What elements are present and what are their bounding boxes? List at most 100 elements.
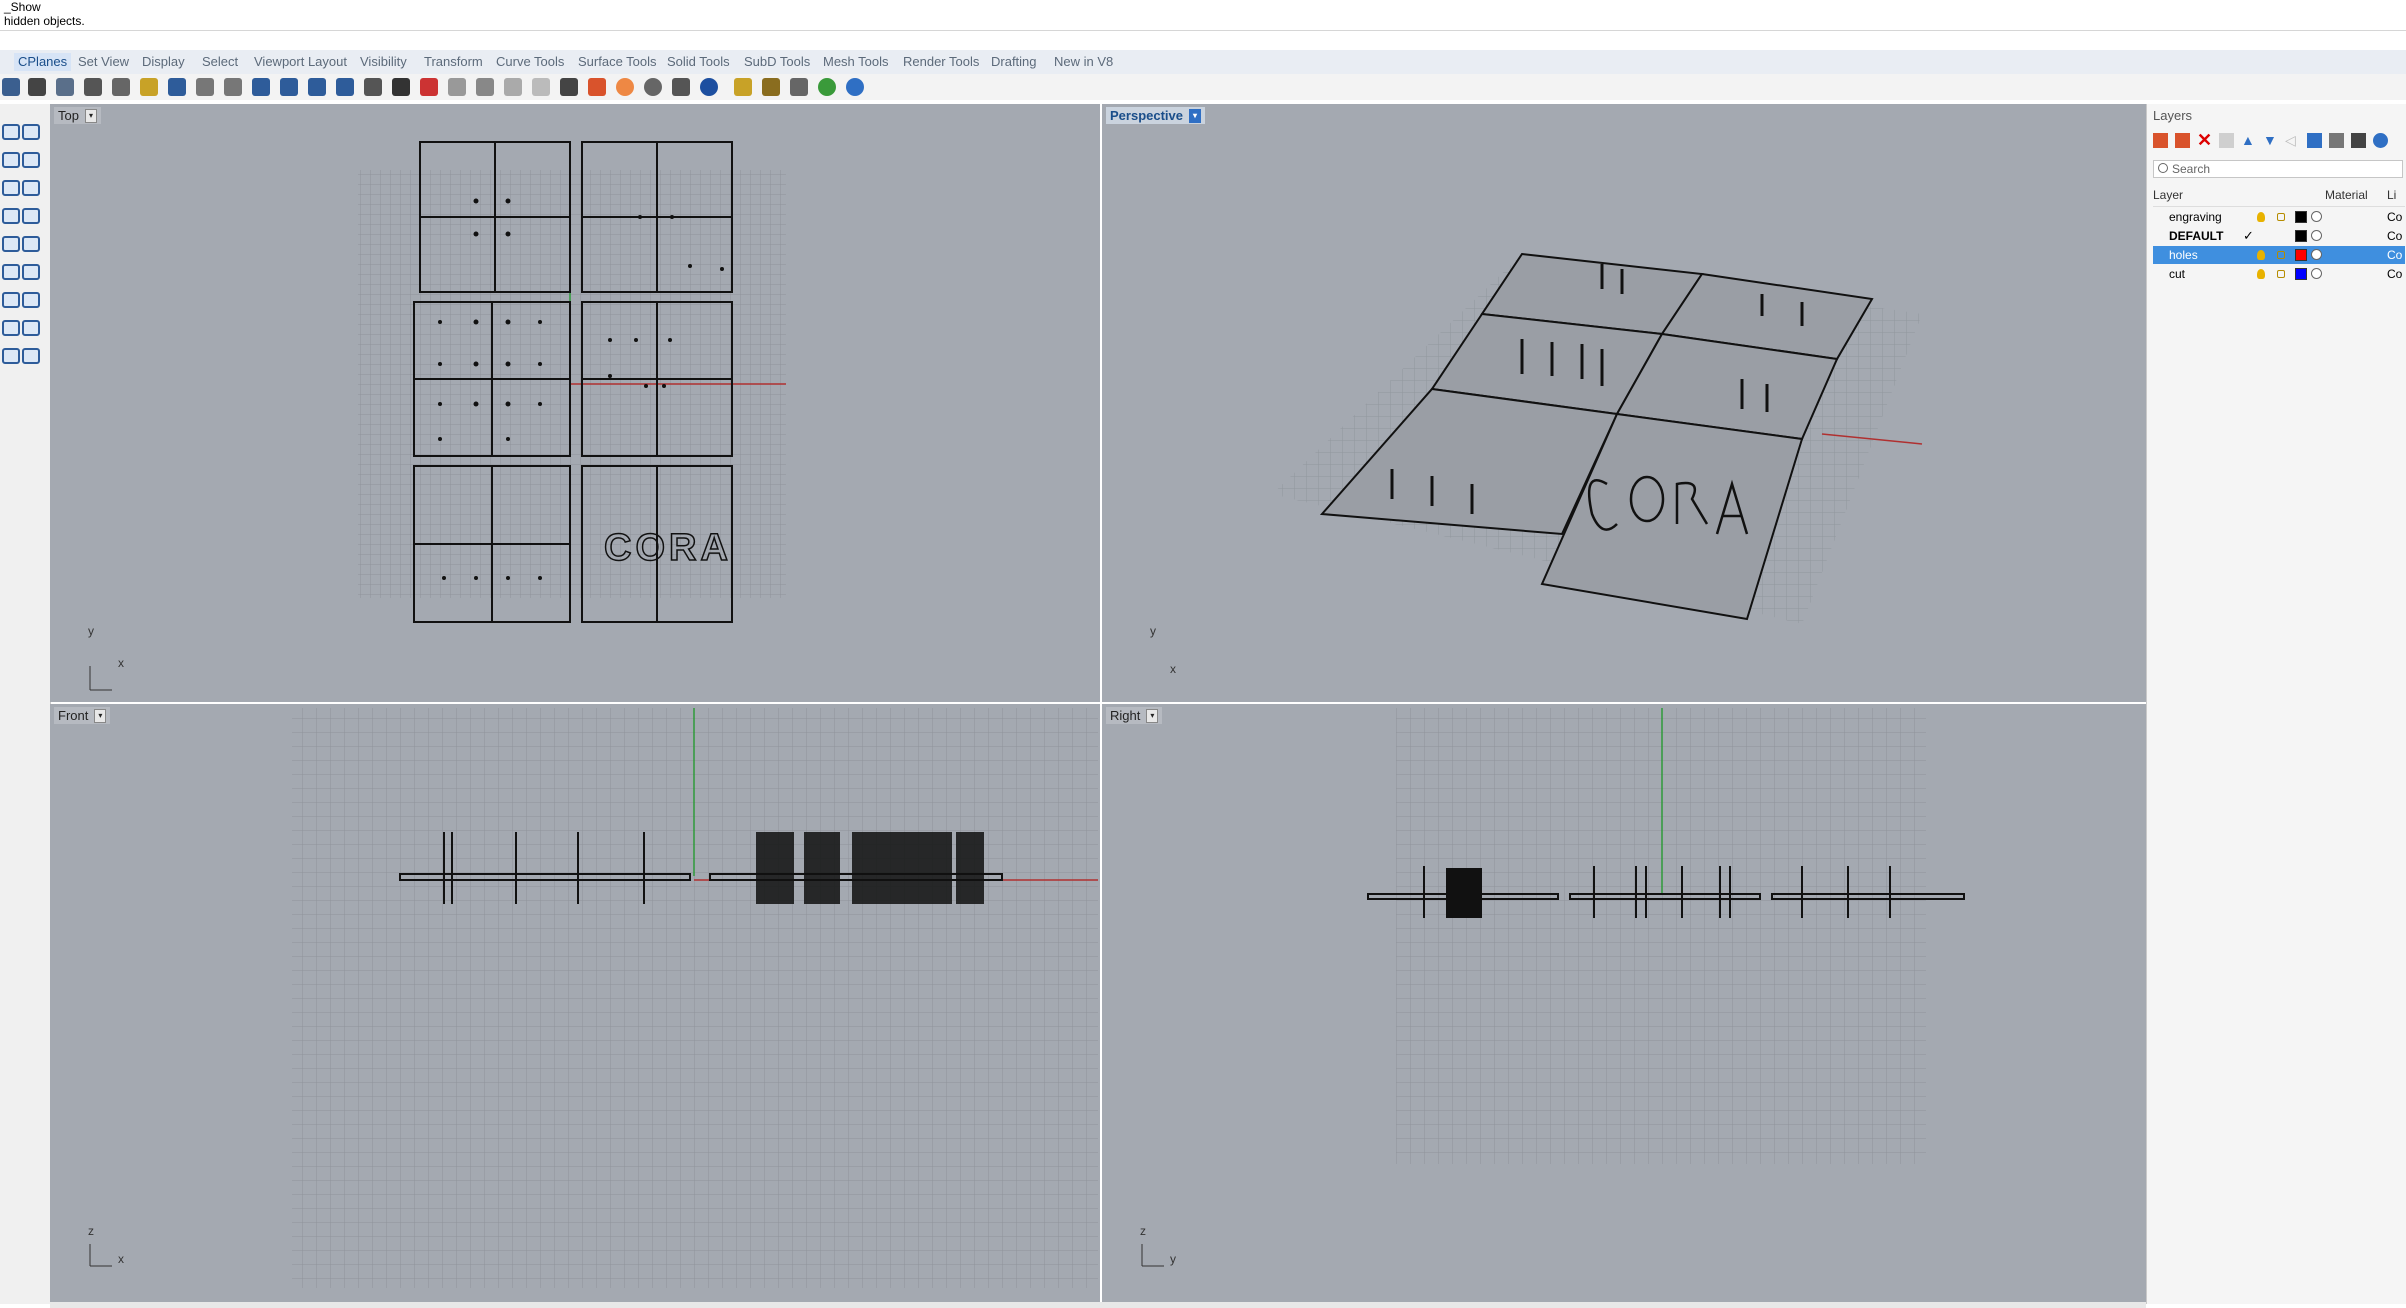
point-tool-icon[interactable]	[2, 124, 20, 140]
help-icon[interactable]	[2373, 133, 2388, 148]
tab-viewport-layout[interactable]: Viewport Layout	[254, 54, 347, 69]
move-down-icon[interactable]: ▼	[2263, 133, 2278, 148]
material-icon[interactable]	[2311, 268, 2322, 279]
zoom-selected-icon[interactable]	[336, 78, 354, 96]
circle-tool-icon[interactable]	[2, 180, 20, 196]
light-bulb-icon[interactable]	[2257, 212, 2265, 222]
column-linetype[interactable]: Li	[2387, 188, 2396, 202]
viewport-label-front[interactable]: Front ▾	[54, 707, 111, 724]
lock-icon[interactable]	[560, 78, 578, 96]
material-icon[interactable]	[2311, 249, 2322, 260]
light-bulb-icon[interactable]	[532, 78, 550, 96]
layer-row-holes[interactable]: holes Co	[2153, 246, 2405, 264]
filter-icon[interactable]	[2307, 133, 2322, 148]
new-layer-icon[interactable]	[2153, 133, 2168, 148]
viewport-label-right[interactable]: Right ▾	[1106, 707, 1163, 724]
color-wheel-icon[interactable]	[616, 78, 634, 96]
viewport-label-perspective[interactable]: Perspective ▾	[1106, 107, 1205, 124]
command-prompt[interactable]	[0, 31, 2406, 48]
tab-display[interactable]: Display	[142, 54, 185, 69]
extrude-tool-icon[interactable]	[2, 236, 20, 252]
new-file-icon[interactable]	[2, 78, 20, 96]
undo-view-icon[interactable]	[364, 78, 382, 96]
tab-set-view[interactable]: Set View	[78, 54, 129, 69]
curve-tool-icon[interactable]	[2, 152, 20, 168]
trim-tool-icon[interactable]	[22, 264, 40, 280]
chevron-down-icon[interactable]: ▾	[84, 108, 97, 123]
move-up-icon[interactable]: ▲	[2241, 133, 2256, 148]
four-viewports-icon[interactable]	[392, 78, 410, 96]
column-layer[interactable]: Layer	[2153, 188, 2183, 202]
chevron-down-icon[interactable]: ▾	[1146, 708, 1159, 723]
move-tool-icon[interactable]	[2, 292, 20, 308]
zoom-extents-icon[interactable]	[308, 78, 326, 96]
properties-icon[interactable]	[672, 78, 690, 96]
zoom-icon[interactable]	[252, 78, 270, 96]
fillet-tool-icon[interactable]	[2, 264, 20, 280]
delete-layer-icon[interactable]: ✕	[2197, 131, 2212, 149]
export-icon[interactable]	[56, 78, 74, 96]
lock-icon[interactable]	[2277, 270, 2285, 278]
paste-icon[interactable]	[140, 78, 158, 96]
tab-visibility[interactable]: Visibility	[360, 54, 407, 69]
zoom-window-icon[interactable]	[280, 78, 298, 96]
print-icon[interactable]	[28, 78, 46, 96]
light-bulb-icon[interactable]	[2257, 250, 2265, 260]
solid-tool-icon[interactable]	[22, 208, 40, 224]
scale-tool-icon[interactable]	[22, 292, 40, 308]
copy-icon[interactable]	[112, 78, 130, 96]
column-material[interactable]: Material	[2325, 188, 2368, 202]
tab-transform[interactable]: Transform	[424, 54, 483, 69]
tab-drafting[interactable]: Drafting	[991, 54, 1037, 69]
new-sublayer-icon[interactable]	[2175, 133, 2190, 148]
array-tool-icon[interactable]	[2, 320, 20, 336]
rectangle-tool-icon[interactable]	[22, 152, 40, 168]
viewport-top[interactable]: CORA Top ▾ y x	[50, 104, 1100, 702]
tab-cplanes[interactable]: CPlanes	[14, 53, 72, 71]
set-view-icon[interactable]	[448, 78, 466, 96]
tab-new-in-v8[interactable]: New in V8	[1054, 54, 1113, 69]
chevron-down-icon[interactable]: ▾	[94, 708, 107, 723]
move-left-icon[interactable]: ◁	[2285, 133, 2300, 148]
gear-icon[interactable]	[762, 78, 780, 96]
tab-subd-tools[interactable]: SubD Tools	[744, 54, 810, 69]
tab-solid-tools[interactable]: Solid Tools	[667, 54, 730, 69]
mesh-tool-icon[interactable]	[22, 236, 40, 252]
viewport-right[interactable]: Right ▾ z y	[1102, 704, 2146, 1302]
options-icon[interactable]	[734, 78, 752, 96]
light-bulb-icon[interactable]	[2257, 269, 2265, 279]
layer-search-input[interactable]: Search	[2153, 160, 2403, 178]
tab-surface-tools[interactable]: Surface Tools	[578, 54, 657, 69]
surface-tool-icon[interactable]	[2, 208, 20, 224]
undo-icon[interactable]	[168, 78, 186, 96]
material-sphere-icon[interactable]	[644, 78, 662, 96]
globe-icon[interactable]	[818, 78, 836, 96]
menu-icon[interactable]	[2351, 133, 2366, 148]
layer-color-swatch[interactable]	[2295, 230, 2307, 242]
render-icon[interactable]	[700, 78, 718, 96]
lock-icon[interactable]	[2277, 251, 2285, 259]
layer-color-swatch[interactable]	[2295, 211, 2307, 223]
viewport-label-top[interactable]: Top ▾	[54, 107, 101, 124]
layer-row-cut[interactable]: cut Co	[2153, 265, 2405, 283]
lock-icon[interactable]	[2277, 213, 2285, 221]
dimension-tool-icon[interactable]	[2, 348, 20, 364]
osnap-icon[interactable]	[476, 78, 494, 96]
material-icon[interactable]	[2311, 211, 2322, 222]
tab-render-tools[interactable]: Render Tools	[903, 54, 979, 69]
analyze-tool-icon[interactable]	[22, 348, 40, 364]
tab-curve-tools[interactable]: Curve Tools	[496, 54, 564, 69]
tab-select[interactable]: Select	[202, 54, 238, 69]
polyline-tool-icon[interactable]	[22, 124, 40, 140]
layer-row-engraving[interactable]: engraving Co	[2153, 208, 2405, 226]
layer-icon[interactable]	[588, 78, 606, 96]
pan-icon[interactable]	[196, 78, 214, 96]
rotate-view-icon[interactable]	[224, 78, 242, 96]
duplicate-layer-icon[interactable]	[2219, 133, 2234, 148]
layer-color-swatch[interactable]	[2295, 268, 2307, 280]
table-view-icon[interactable]	[2329, 133, 2344, 148]
viewport-perspective[interactable]: Perspective ▾ y x	[1102, 104, 2146, 702]
layer-row-default[interactable]: DEFAULT ✓ Co	[2153, 227, 2405, 245]
boolean-tool-icon[interactable]	[22, 320, 40, 336]
grid-snap-icon[interactable]	[790, 78, 808, 96]
